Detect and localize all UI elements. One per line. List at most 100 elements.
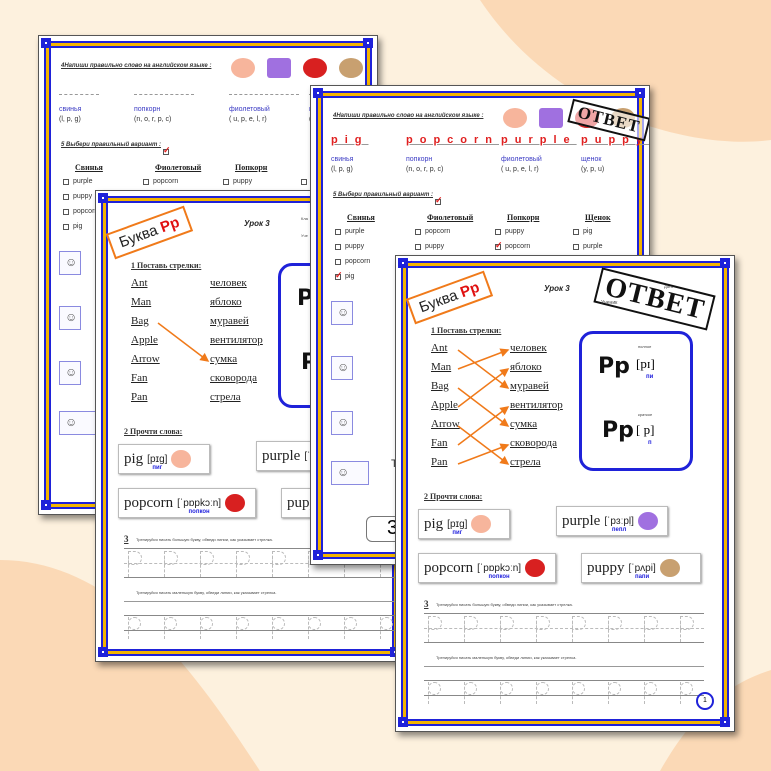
checkbox-example-icon — [435, 195, 443, 206]
column-heading: Свинья — [75, 163, 103, 172]
task5-heading: 5 Выбери правильный вариант : — [333, 192, 434, 198]
match-arrow — [457, 368, 510, 408]
tracing-letter-lower — [644, 682, 657, 695]
option-label: pig — [583, 228, 593, 235]
purple-blot-icon — [637, 512, 658, 530]
option-label: purple — [73, 178, 93, 185]
option-pig[interactable]: pig — [573, 228, 592, 235]
tracing-letter-stem — [428, 682, 429, 704]
popcorn-icon — [225, 494, 246, 512]
option-pig[interactable]: pig — [63, 223, 82, 230]
word-translation: свинья — [59, 106, 82, 113]
divider — [424, 666, 704, 667]
option-label: popcorn — [345, 258, 371, 265]
match-arrow — [457, 443, 510, 465]
card-word: pig — [124, 450, 144, 467]
tracing-letter-stem — [500, 682, 501, 704]
checkbox[interactable] — [63, 208, 69, 215]
option-puppy[interactable]: puppy — [495, 228, 524, 235]
option-label: puppy — [345, 243, 365, 250]
card-ipa-text: [pɪg] — [147, 453, 168, 465]
checkbox[interactable] — [301, 178, 307, 185]
match-arrow — [157, 322, 210, 362]
date-label: Дата — [664, 284, 673, 289]
children-illustration-icon — [331, 356, 353, 380]
option-puppy[interactable]: puppy — [335, 243, 364, 250]
border-corner-icon — [313, 88, 323, 98]
option-puppy[interactable]: puppy — [415, 243, 444, 250]
option-popcorn[interactable]: popcorn — [63, 208, 98, 215]
card-ipa: [ˈpɜːpḷ]пепл — [604, 516, 634, 533]
checkbox[interactable] — [573, 243, 579, 250]
tracing-letter-bowl — [536, 616, 550, 630]
match-arrow — [457, 387, 510, 427]
option-popcorn[interactable]: popcorn — [335, 258, 370, 265]
checkbox[interactable] — [415, 228, 421, 235]
answer-blank — [59, 94, 99, 95]
worksheet-page-letter-p-answers: БукваPp Урок 3 ОТВЕТ Дата Ученик 1 Поставь ст… — [395, 255, 735, 732]
card-russian-reading: попкон — [188, 508, 210, 515]
letter-pp-long: Pp — [598, 354, 630, 379]
checkbox[interactable] — [335, 228, 341, 235]
checkbox[interactable] — [573, 228, 579, 235]
tracing-letter-stem — [128, 617, 129, 639]
short-sound-ru: п — [648, 440, 652, 446]
checkbox[interactable] — [415, 243, 421, 250]
page-number: 1 — [696, 692, 714, 710]
tracing-letter-lower — [236, 617, 249, 630]
option-popcorn[interactable]: popcorn — [495, 240, 531, 251]
tracing-letter-stem — [380, 617, 381, 639]
purple-blot-icon — [539, 108, 563, 128]
children-illustration-icon — [59, 361, 81, 385]
option-popcorn[interactable]: popcorn — [415, 228, 450, 235]
card-word: pig — [424, 515, 444, 532]
tracing-letter-lower — [380, 617, 393, 630]
tracing-letter-bowl — [200, 551, 214, 565]
task4-heading: 4Напиши правильно слово на английском яз… — [333, 113, 484, 119]
card-ipa: [ˈpʌpi]папи — [628, 562, 656, 580]
checkbox[interactable] — [223, 178, 229, 185]
word-translation: фиолетовый — [501, 156, 542, 163]
option-pig[interactable]: pig — [335, 270, 354, 281]
checkbox[interactable] — [63, 193, 69, 200]
answer-word: pig — [331, 134, 369, 146]
option-purple[interactable]: purple — [573, 243, 602, 250]
tracing-letter-bowl — [500, 616, 514, 630]
checkbox[interactable] — [63, 223, 69, 230]
border-corner-icon — [363, 38, 373, 48]
task3-lower-instruction: Тренируйся писать маленькую букву, обвед… — [136, 590, 277, 595]
checkbox[interactable] — [495, 228, 501, 235]
task5-heading: 5 Выбери правильный вариант : — [61, 142, 162, 148]
tracing-letter-lower — [608, 682, 621, 695]
tracing-letter-lower — [464, 682, 477, 695]
tracing-letter-bowl — [428, 616, 442, 630]
checkbox[interactable] — [335, 270, 343, 281]
checkbox[interactable] — [335, 243, 341, 250]
card-ipa-text: [ˈpʌpi] — [628, 562, 656, 574]
checkbox[interactable] — [143, 178, 149, 185]
checkbox[interactable] — [63, 178, 69, 185]
tracing-letter-lower — [128, 617, 141, 630]
tracing-letter-bowl — [572, 616, 586, 630]
option-label: popcorn — [505, 243, 531, 250]
tracing-letter-bowl — [644, 616, 658, 630]
card-russian-reading: пиг — [452, 529, 463, 536]
option-purple[interactable]: purple — [335, 228, 364, 235]
card-russian-reading: попкон — [488, 573, 510, 580]
tracing-letter-lower — [428, 682, 441, 695]
option-puppy[interactable]: puppy — [63, 193, 92, 200]
popcorn-icon — [303, 58, 327, 78]
answer-blank — [229, 94, 299, 95]
option-popcorn[interactable]: popcorn — [143, 178, 178, 185]
tracing-letter-stem — [236, 617, 237, 639]
tracing-letter-stem — [272, 617, 273, 639]
tracing-letter-lower — [200, 617, 213, 630]
checkbox[interactable] — [335, 258, 341, 265]
option-purple[interactable]: purple — [63, 178, 92, 185]
tracing-letter-lower — [572, 682, 585, 695]
long-sound-ru: пи — [646, 374, 654, 380]
checkbox[interactable] — [495, 240, 503, 251]
option-puppy[interactable]: puppy — [223, 178, 252, 185]
card-russian-reading: папи — [634, 573, 650, 580]
tracing-letter-stem — [608, 682, 609, 704]
